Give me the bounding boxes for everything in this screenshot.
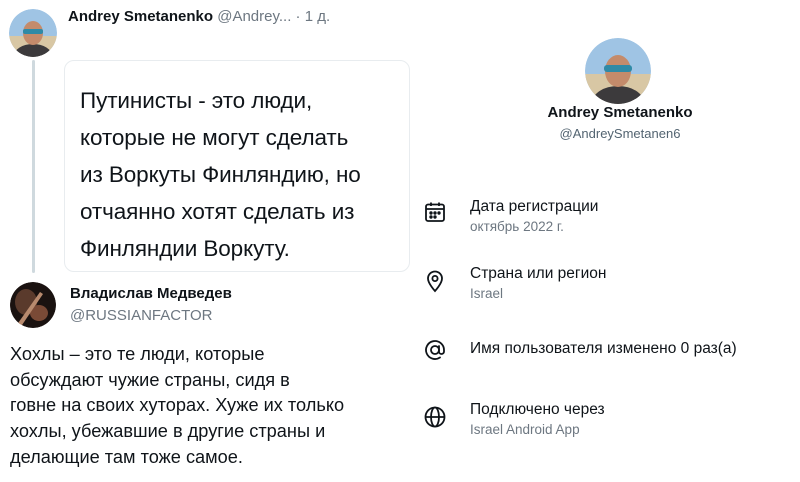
quote-line: Финляндии Воркуту. (80, 236, 290, 261)
tweet-text: Хохлы – это те люди, которые обсуждают ч… (10, 342, 420, 471)
info-title-country: Страна или регион (470, 265, 607, 282)
globe-icon (423, 405, 447, 429)
author-handle[interactable]: @Andrey... (217, 8, 291, 25)
tweet-header: Andrey Smetanenko @Andrey... · 1 д. (68, 8, 330, 25)
info-sub-connected-via: Israel Android App (470, 422, 580, 437)
quote-image-text: Путинисты - это люди, которые не могут с… (80, 82, 410, 267)
avatar-photo (9, 9, 57, 57)
tweet-text-line: хохлы, убежавшие в другие страны и (10, 421, 326, 442)
tweet-timestamp[interactable]: 1 д. (305, 8, 330, 25)
calendar-icon (423, 200, 447, 224)
at-sign-icon (423, 338, 447, 362)
profile-avatar[interactable] (585, 38, 651, 104)
quote-line: которые не могут сделать (80, 125, 349, 150)
info-title-username-changes: Имя пользователя изменено 0 раз(а) (470, 340, 737, 357)
tweet-text-line: Хохлы – это те люди, которые (10, 344, 265, 364)
separator-dot: · (295, 8, 301, 25)
author-handle[interactable]: @RUSSIANFACTOR (70, 307, 212, 324)
info-title-connected-via: Подключено через (470, 401, 605, 418)
author-name[interactable]: Andrey Smetanenko (68, 8, 213, 25)
profile-name: Andrey Smetanenko (547, 104, 693, 121)
avatar[interactable] (10, 282, 56, 328)
avatar-photo (585, 38, 651, 104)
author-name[interactable]: Владислав Медведев (70, 285, 232, 302)
info-sub-country: Israel (470, 286, 504, 301)
quote-line: отчаянно хотят сделать из (80, 199, 355, 224)
avatar-photo (10, 282, 56, 328)
tweet-text-line: говне на своих хуторах. Хуже их только (10, 395, 345, 416)
location-pin-icon (423, 269, 447, 293)
tweet-text-line: делающие там тоже самое. (10, 446, 243, 467)
profile-handle: @AndreySmetanen6 (559, 126, 681, 141)
thread-connector-line (32, 60, 35, 273)
info-sub-registration: октябрь 2022 г. (470, 219, 564, 234)
info-title-registration: Дата регистрации (470, 198, 599, 215)
quote-line: Путинисты - это люди, (80, 88, 313, 113)
quote-line: из Воркуты Финляндию, но (80, 162, 361, 187)
tweet-text-line: обсуждают чужие страны, сидя в (10, 369, 290, 390)
avatar[interactable] (9, 9, 57, 57)
